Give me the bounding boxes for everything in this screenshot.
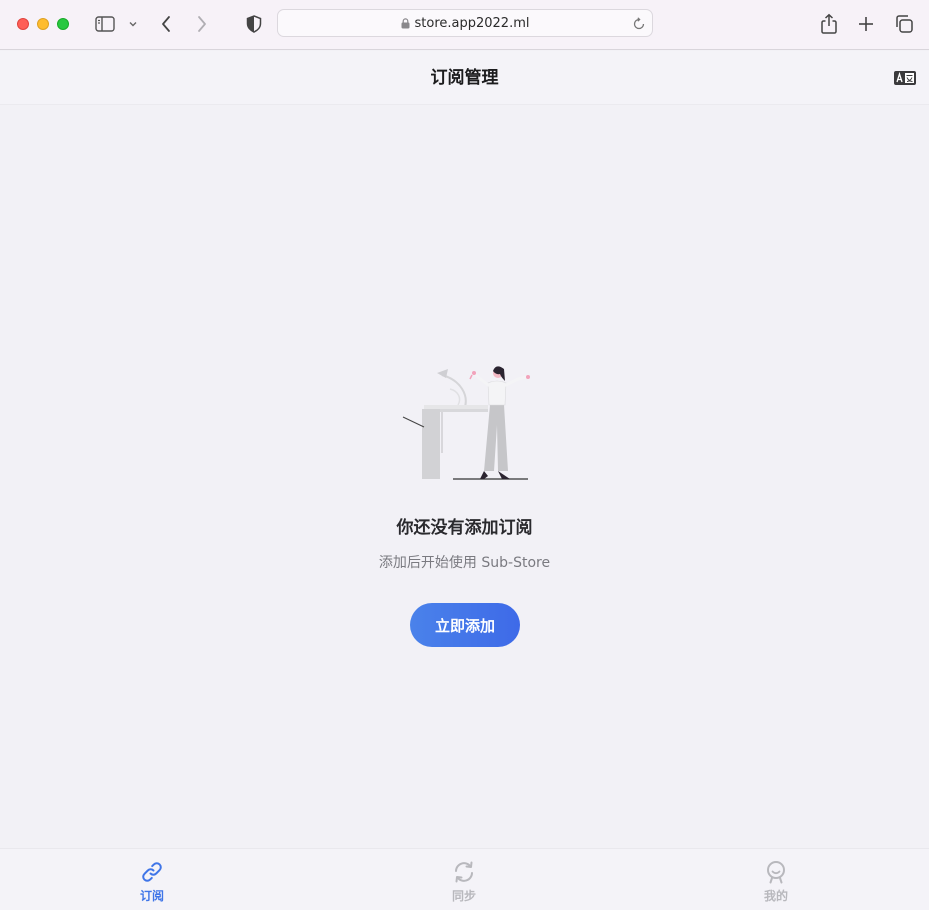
empty-illustration [388,365,544,487]
empty-state: 你还没有添加订阅 添加后开始使用 Sub-Store 立即添加 [0,105,929,848]
tab-overview-icon[interactable] [893,12,915,36]
tab-sync[interactable]: 同步 [404,849,524,910]
app-header: 订阅管理 [0,51,929,105]
new-tab-icon[interactable] [855,12,877,36]
browser-window: store.app2022.ml 订阅管理 你还没有添加订阅 添加后开始使用 S… [0,0,929,910]
close-window-button[interactable] [17,18,29,30]
tab-profile[interactable]: 我的 [716,849,836,910]
translate-icon[interactable] [894,70,916,89]
tab-label: 同步 [451,889,476,903]
url-text: store.app2022.ml [414,15,530,31]
tab-label: 订阅 [139,889,164,903]
shield-icon[interactable] [244,12,264,36]
page-title: 订阅管理 [430,68,499,88]
add-subscription-button[interactable]: 立即添加 [410,603,520,647]
sync-icon [452,860,476,884]
browser-toolbar: store.app2022.ml [0,0,929,50]
tab-subscriptions[interactable]: 订阅 [92,849,212,910]
bottom-tab-bar: 订阅 同步 我的 [0,848,929,910]
empty-state-title: 你还没有添加订阅 [396,518,533,538]
empty-state-subtitle: 添加后开始使用 Sub-Store [378,555,551,571]
zoom-window-button[interactable] [57,18,69,30]
address-bar[interactable]: store.app2022.ml [277,9,653,37]
lock-icon [401,17,410,29]
profile-icon [764,860,788,884]
sidebar-toggle-icon[interactable] [94,12,116,36]
minimize-window-button[interactable] [37,18,49,30]
chevron-down-icon[interactable] [126,12,140,36]
tab-label: 我的 [763,889,788,903]
forward-icon[interactable] [192,12,212,36]
link-icon [140,860,164,884]
reload-icon[interactable] [632,16,646,35]
back-icon[interactable] [156,12,176,36]
share-icon[interactable] [818,12,840,36]
